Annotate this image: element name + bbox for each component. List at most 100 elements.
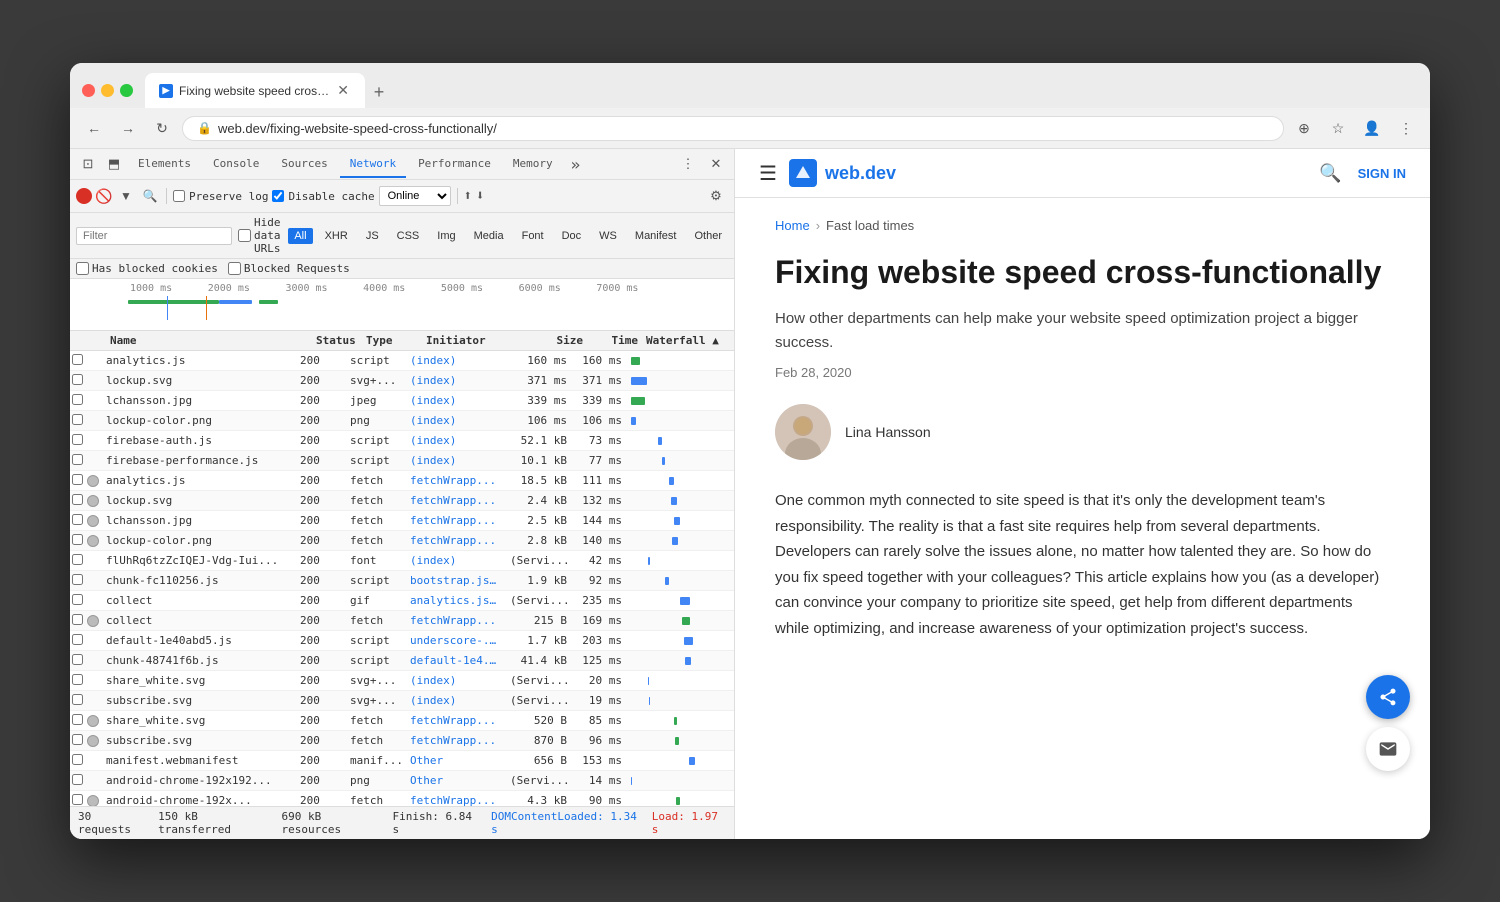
filter-ws[interactable]: WS [593,228,623,244]
cell-name[interactable]: lchansson.jpg [102,394,296,407]
cell-name[interactable]: lockup.svg [102,374,296,387]
table-row[interactable]: firebase-performance.js200script(index)1… [70,451,734,471]
table-row[interactable]: lchansson.jpg200fetchfetchWrapp...2.5 kB… [70,511,734,531]
cell-name[interactable]: chunk-fc110256.js [102,574,296,587]
logo-text[interactable]: web.dev [825,163,896,184]
preserve-log-checkbox[interactable] [173,190,185,202]
filter-other[interactable]: Other [688,228,728,244]
import-icon[interactable]: ⬆ [464,188,472,204]
browser-tab[interactable]: ▶ Fixing website speed cross-fu... ✕ [145,73,365,108]
table-row[interactable]: collect200gifanalytics.js:36(Servi...235… [70,591,734,611]
profile-icon[interactable]: 👤 [1358,114,1386,142]
address-bar[interactable]: 🔒 web.dev/fixing-website-speed-cross-fun… [182,116,1284,141]
bookmark-icon[interactable]: ☆ [1324,114,1352,142]
cell-initiator[interactable]: (index) [406,394,506,407]
throttle-select[interactable]: Online Fast 3G Slow 3G [379,186,451,206]
col-header-status[interactable]: Status [312,334,362,347]
col-header-size[interactable]: Size [522,334,587,347]
table-row[interactable]: subscribe.svg200fetchfetchWrapp...870 B9… [70,731,734,751]
search-icon[interactable]: 🔍 [140,186,160,206]
disable-cache-label[interactable]: Disable cache [272,190,374,203]
reload-button[interactable]: ↻ [148,114,176,142]
cell-initiator[interactable]: (index) [406,434,506,447]
cell-name[interactable]: manifest.webmanifest [102,754,296,767]
tab-sources[interactable]: Sources [271,151,337,178]
table-row[interactable]: chunk-fc110256.js200scriptbootstrap.js:1… [70,571,734,591]
search-icon[interactable]: 🔍 [1319,163,1341,184]
cell-name[interactable]: analytics.js [102,354,296,367]
menu-icon[interactable]: ⋮ [1392,114,1420,142]
cell-initiator[interactable]: Other [406,754,506,767]
table-row[interactable]: subscribe.svg200svg+...(index)(Servi...1… [70,691,734,711]
has-blocked-cookies-label[interactable]: Has blocked cookies [76,262,218,275]
cell-initiator[interactable]: fetchWrapp... [406,494,506,507]
forward-button[interactable]: → [114,114,142,142]
cell-name[interactable]: android-chrome-192x... [102,794,296,806]
new-tab-button[interactable]: + [365,78,393,106]
tab-console[interactable]: Console [203,151,269,178]
cell-initiator[interactable]: underscore-... [406,634,506,647]
settings-icon[interactable]: ⚙ [704,184,728,208]
cell-initiator[interactable]: fetchWrapp... [406,614,506,627]
cell-name[interactable]: analytics.js [102,474,296,487]
table-row[interactable]: share_white.svg200fetchfetchWrapp...520 … [70,711,734,731]
filter-all[interactable]: All [288,228,312,244]
col-header-type[interactable]: Type [362,334,422,347]
tab-close-icon[interactable]: ✕ [335,80,351,101]
cell-name[interactable]: firebase-performance.js [102,454,296,467]
col-header-time[interactable]: Time [587,334,642,347]
col-header-name[interactable]: Name [102,334,312,347]
table-row[interactable]: lockup-color.png200fetchfetchWrapp...2.8… [70,531,734,551]
blocked-requests-label[interactable]: Blocked Requests [228,262,350,275]
filter-xhr[interactable]: XHR [319,228,354,244]
cell-initiator[interactable]: bootstrap.js:1 [406,574,506,587]
inspect-element-icon[interactable]: ⊡ [76,149,100,179]
cell-name[interactable]: lockup-color.png [102,534,296,547]
table-row[interactable]: flUhRq6tzZcIQEJ-Vdg-Iui...200font(index)… [70,551,734,571]
clear-button[interactable]: 🚫 [96,188,112,204]
col-header-initiator[interactable]: Initiator [422,334,522,347]
filter-manifest[interactable]: Manifest [629,228,683,244]
table-row[interactable]: chunk-48741f6b.js200scriptdefault-1e4...… [70,651,734,671]
cell-name[interactable]: lockup-color.png [102,414,296,427]
table-row[interactable]: collect200fetchfetchWrapp...215 B169 ms [70,611,734,631]
table-row[interactable]: lockup.svg200svg+...(index)371 ms371 ms [70,371,734,391]
maximize-button[interactable] [120,84,133,97]
blocked-requests-checkbox[interactable] [228,262,241,275]
cell-name[interactable]: default-1e40abd5.js [102,634,296,647]
table-row[interactable]: analytics.js200script(index)160 ms160 ms [70,351,734,371]
back-button[interactable]: ← [80,114,108,142]
cell-initiator[interactable]: (index) [406,414,506,427]
filter-input[interactable] [76,227,232,245]
cell-name[interactable]: android-chrome-192x192... [102,774,296,787]
table-row[interactable]: manifest.webmanifest200manif...Other656 … [70,751,734,771]
cell-name[interactable]: firebase-auth.js [102,434,296,447]
cell-initiator[interactable]: (index) [406,454,506,467]
cell-name[interactable]: collect [102,594,296,607]
hamburger-icon[interactable]: ☰ [759,161,777,186]
cell-initiator[interactable]: fetchWrapp... [406,734,506,747]
minimize-button[interactable] [101,84,114,97]
record-button[interactable] [76,188,92,204]
cell-initiator[interactable]: fetchWrapp... [406,514,506,527]
cell-initiator[interactable]: fetchWrapp... [406,794,506,806]
filter-icon[interactable]: ▼ [116,186,136,206]
table-row[interactable]: share_white.svg200svg+...(index)(Servi..… [70,671,734,691]
cell-initiator[interactable]: (index) [406,354,506,367]
cell-name[interactable]: collect [102,614,296,627]
cell-name[interactable]: lockup.svg [102,494,296,507]
devtools-more-icon[interactable]: ⋮ [676,152,700,176]
device-toolbar-icon[interactable]: ⬒ [102,149,126,179]
export-icon[interactable]: ⬇ [476,188,484,204]
table-row[interactable]: analytics.js200fetchfetchWrapp...18.5 kB… [70,471,734,491]
table-row[interactable]: firebase-auth.js200script(index)52.1 kB7… [70,431,734,451]
hide-data-urls-label[interactable]: Hide data URLs [238,216,282,255]
tab-memory[interactable]: Memory [503,151,563,178]
more-tabs-icon[interactable]: » [565,151,587,178]
cell-initiator[interactable]: default-1e4... [406,654,506,667]
filter-doc[interactable]: Doc [556,228,588,244]
cell-initiator[interactable]: (index) [406,674,506,687]
table-row[interactable]: android-chrome-192x192...200pngOther(Ser… [70,771,734,791]
filter-js[interactable]: JS [360,228,385,244]
tab-network[interactable]: Network [340,151,406,178]
